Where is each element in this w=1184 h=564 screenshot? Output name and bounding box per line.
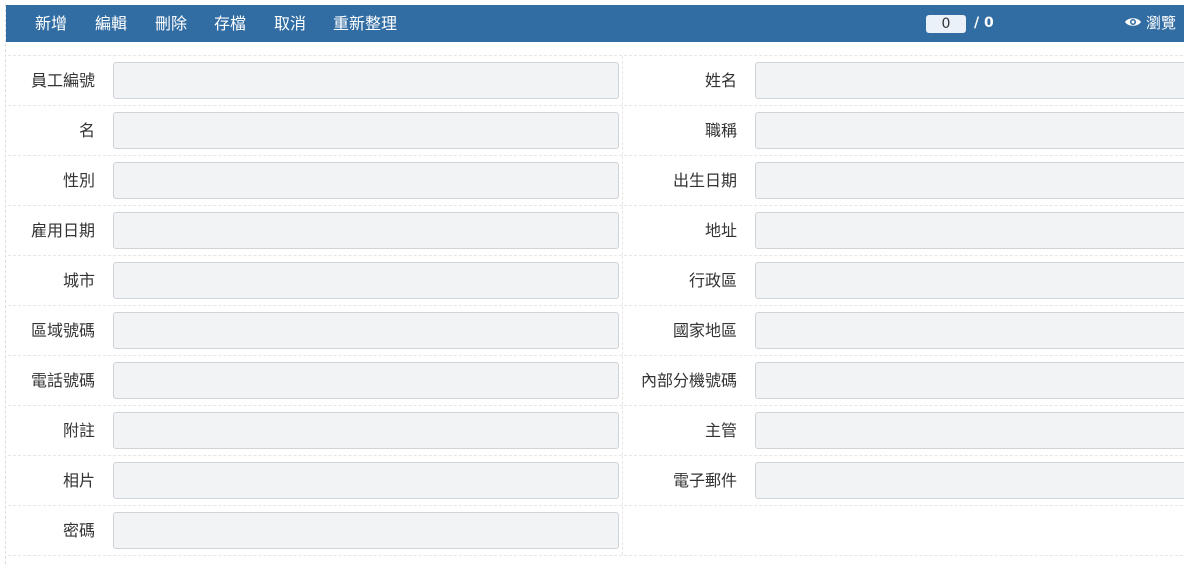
form-row: 性別 出生日期 (8, 155, 1184, 205)
field-input[interactable] (755, 112, 1184, 149)
field-label: 密碼 (62, 521, 95, 540)
field-label: 附註 (62, 421, 95, 440)
browse-label: 瀏覽 (1146, 14, 1177, 32)
field-input[interactable] (113, 162, 619, 199)
cancel-button[interactable]: 取消 (274, 5, 306, 42)
field-input[interactable] (755, 312, 1184, 349)
pager-total: / 0 (974, 15, 994, 31)
field-input[interactable] (755, 412, 1184, 449)
form-row: 名 職稱 (8, 105, 1184, 155)
field-label: 性別 (62, 171, 95, 190)
toolbar: 新增 編輯 刪除 存檔 取消 重新整理 / 0 瀏覽 (6, 5, 1184, 42)
column-divider (622, 356, 623, 405)
field-label: 主管 (704, 421, 737, 440)
form-row: 區域號碼 國家地區 (8, 305, 1184, 355)
field-label: 電話號碼 (30, 371, 95, 390)
field-label: 職稱 (704, 121, 737, 140)
field-label: 地址 (704, 221, 737, 240)
column-divider (622, 206, 623, 255)
field-input[interactable] (113, 312, 619, 349)
form-row: 員工編號 姓名 (8, 55, 1184, 105)
browse-button[interactable]: 瀏覽 (1124, 5, 1176, 42)
field-label: 名 (78, 121, 95, 140)
column-divider (622, 106, 623, 155)
field-label: 相片 (62, 471, 95, 490)
field-input[interactable] (113, 62, 619, 99)
field-input[interactable] (755, 62, 1184, 99)
field-input[interactable] (113, 362, 619, 399)
field-input[interactable] (113, 462, 619, 499)
column-divider (622, 306, 623, 355)
field-label: 行政區 (688, 271, 737, 290)
field-label: 姓名 (704, 71, 737, 90)
field-input[interactable] (755, 262, 1184, 299)
form-row: 雇用日期 地址 (8, 205, 1184, 255)
field-input[interactable] (113, 212, 619, 249)
column-divider (622, 156, 623, 205)
form-row: 城市 行政區 (8, 255, 1184, 305)
field-label: 區域號碼 (30, 321, 95, 340)
column-divider (622, 56, 623, 105)
field-input[interactable] (113, 412, 619, 449)
field-label: 雇用日期 (30, 221, 95, 240)
form-row: 相片 電子郵件 (8, 455, 1184, 505)
column-divider (622, 456, 623, 505)
field-label: 國家地區 (672, 321, 737, 340)
add-button[interactable]: 新增 (35, 5, 67, 42)
field-input[interactable] (755, 362, 1184, 399)
column-divider (622, 406, 623, 455)
field-label: 城市 (62, 271, 95, 290)
employee-form: 員工編號 姓名名 職稱性別 出生日期雇用日期 地址城市 行政區區域號碼 國家地區電話號碼 內部… (8, 55, 1184, 556)
save-button[interactable]: 存檔 (214, 5, 246, 42)
eye-icon (1124, 5, 1142, 42)
field-input[interactable] (113, 112, 619, 149)
delete-button[interactable]: 刪除 (155, 5, 187, 42)
field-label: 內部分機號碼 (640, 371, 737, 390)
column-divider (622, 256, 623, 305)
field-input[interactable] (755, 212, 1184, 249)
field-label: 員工編號 (30, 71, 95, 90)
column-divider (622, 506, 623, 555)
form-row: 電話號碼 內部分機號碼 (8, 355, 1184, 405)
field-input[interactable] (113, 262, 619, 299)
field-input[interactable] (755, 462, 1184, 499)
refresh-button[interactable]: 重新整理 (333, 5, 397, 42)
field-input[interactable] (755, 162, 1184, 199)
form-row: 附註 主管 (8, 405, 1184, 455)
field-label: 出生日期 (672, 171, 737, 190)
edit-button[interactable]: 編輯 (95, 5, 127, 42)
field-label: 電子郵件 (672, 471, 737, 490)
form-row: 密碼 (8, 505, 1184, 556)
field-input[interactable] (113, 512, 619, 549)
pager-current-input[interactable] (926, 15, 966, 33)
